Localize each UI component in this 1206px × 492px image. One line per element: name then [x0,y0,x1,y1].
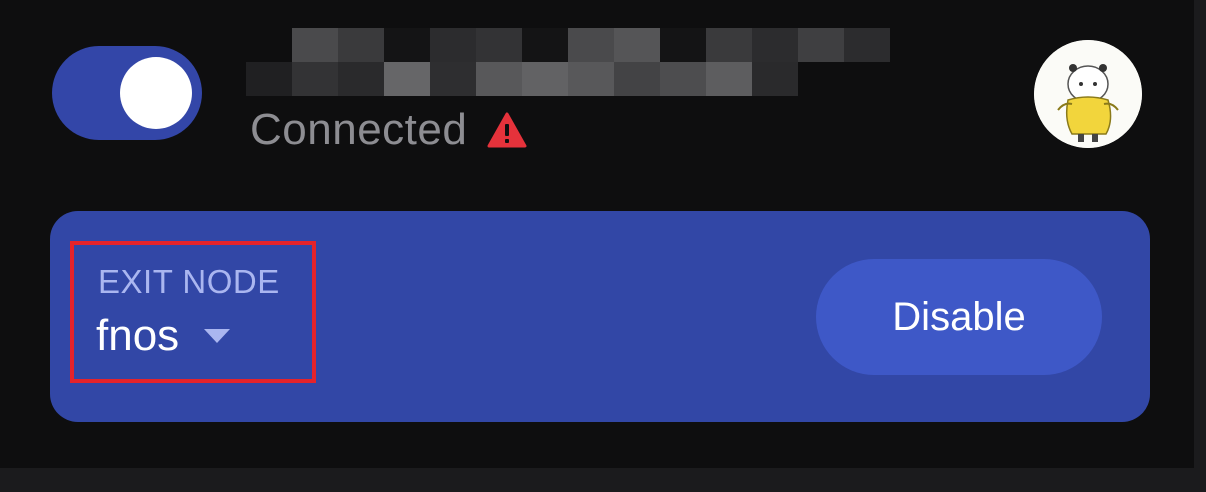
avatar[interactable] [1034,40,1142,148]
disable-exit-node-button[interactable]: Disable [816,259,1102,375]
exit-node-value: fnos [96,311,180,360]
network-name-redacted [246,28,890,96]
exit-node-label: EXIT NODE [98,263,280,300]
warning-icon[interactable] [487,112,527,148]
vpn-toggle[interactable] [52,46,202,140]
toggle-knob [120,57,192,129]
side-divider [1194,0,1206,492]
caret-down-icon [203,328,231,344]
exit-node-card: EXIT NODE fnos Disable [50,211,1150,422]
bottom-divider [0,468,1206,492]
exit-node-selector[interactable]: fnos [96,311,231,361]
vpn-status-screen: Connected EXIT NODE fnos Disable [0,0,1206,492]
connection-status: Connected [250,104,527,156]
status-text: Connected [250,105,468,154]
